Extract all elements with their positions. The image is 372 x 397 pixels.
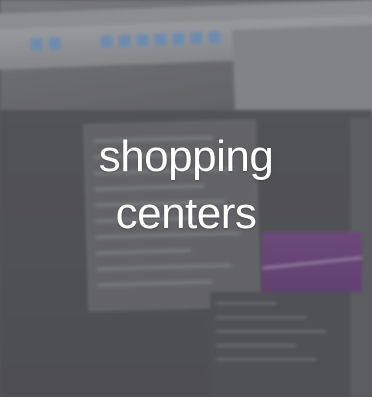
caption-line-2: centers [115, 189, 257, 238]
image-card: shopping centers [0, 0, 372, 397]
caption-line-1: shopping [98, 132, 274, 181]
